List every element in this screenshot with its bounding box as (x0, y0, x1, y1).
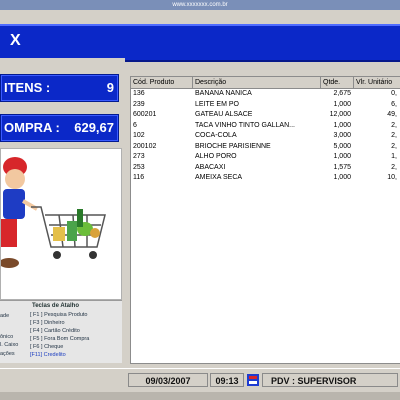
bottom-strip (0, 392, 400, 400)
cell-quantity: 12,000 (329, 111, 351, 118)
items-value: 9 (106, 80, 114, 95)
table-row[interactable]: 6 TACA VINHO TINTO GALLAN... 1,000 2, (131, 121, 400, 132)
cell-unit-price: 2, (391, 121, 397, 129)
table-row[interactable]: 239 LEITE EM PO 1,000 6, (131, 100, 400, 111)
cell-description: BANANA NANICA (195, 90, 252, 97)
shortcut-item[interactable]: [ F3 ] Dinheiro (30, 320, 65, 326)
cell-code: 116 (133, 174, 145, 181)
table-header: Cód. Produto Descrição Qtde. Vlr. Unitár… (131, 77, 400, 89)
cell-quantity: 3,000 (333, 132, 351, 139)
cell-code: 6 (133, 121, 137, 129)
cell-unit-price: 1, (391, 153, 397, 160)
cell-code: 600201 (133, 111, 157, 118)
cell-description: COCA-COLA (195, 132, 237, 139)
shortcut-item[interactable]: [ F5 ] Fora Bom Compra (30, 336, 89, 342)
cell-description: AMEIXA SECA (195, 174, 243, 181)
cell-quantity: 1,000 (333, 174, 351, 181)
shortcut-label: Pesquisa Produto (44, 312, 88, 318)
purchase-total-box: OMPRA : 629,67 (0, 114, 119, 142)
cell-description: BRIOCHE PARISIENNE (195, 142, 271, 150)
column-header-unit-price[interactable]: Vlr. Unitário (354, 77, 400, 88)
cell-quantity: 2,675 (333, 90, 351, 97)
cell-code: 102 (133, 132, 145, 139)
shortcut-fragment: ade (0, 313, 10, 319)
table-row[interactable]: 116 AMEIXA SECA 1,000 10, (131, 173, 400, 184)
column-header-quantity[interactable]: Qtde. (321, 77, 354, 88)
product-table: Cód. Produto Descrição Qtde. Vlr. Unitár… (130, 76, 400, 364)
shortcut-item[interactable]: [ F1 ] Pesquisa Produto (30, 312, 87, 318)
pdv-logo-icon (246, 373, 260, 387)
table-row[interactable]: 600201 GATEAU ALSACE 12,000 49, (131, 110, 400, 121)
column-header-description[interactable]: Descrição (193, 77, 321, 88)
shortcut-key: [ F5 ] (30, 336, 43, 342)
cell-description: ABACAXI (195, 163, 226, 171)
shortcut-key: [ F6 ] (30, 344, 43, 350)
status-bar: 09/03/2007 09:13 PDV : SUPERVISOR (0, 368, 400, 393)
shortcut-key: [F11] (30, 352, 43, 358)
cell-code: 273 (133, 153, 145, 160)
table-row[interactable]: 102 COCA-COLA 3,000 2, (131, 131, 400, 142)
shortcut-label: Cartão Crédito (44, 328, 80, 334)
cell-quantity: 5,000 (333, 142, 351, 150)
items-count-box: ITENS : 9 (0, 74, 119, 102)
cell-quantity: 1,000 (333, 100, 351, 108)
cell-description: TACA VINHO TINTO GALLAN... (195, 121, 295, 129)
table-row[interactable]: 253 ABACAXI 1,575 2, (131, 163, 400, 174)
shortcut-key: [ F4 ] (30, 328, 43, 334)
status-date: 09/03/2007 (128, 373, 208, 387)
cell-quantity: 1,575 (333, 163, 351, 171)
purchase-total-label: OMPRA : (4, 120, 60, 135)
purchase-total-value: 629,67 (74, 120, 114, 135)
cell-unit-price: 6, (391, 100, 397, 108)
cell-quantity: 1,000 (333, 153, 351, 160)
table-row[interactable]: 136 BANANA NANICA 2,675 0, (131, 89, 400, 100)
shortcut-fragment: ações (0, 351, 15, 357)
cell-code: 200102 (133, 142, 157, 150)
shortcut-item[interactable]: [F11] Credelito (30, 352, 66, 358)
cell-description: GATEAU ALSACE (195, 111, 253, 118)
shortcut-key: [ F1 ] (30, 312, 43, 318)
shortcut-fragment: l. Caixo (0, 342, 19, 348)
cell-unit-price: 2, (391, 163, 397, 171)
cell-quantity: 1,000 (333, 121, 351, 129)
shortcut-label: Dinheiro (44, 320, 65, 326)
shortcut-label: Credelito (43, 352, 66, 358)
shortcut-keys-panel: Teclas de Atalho ade ônico l. Caixo açõe… (0, 300, 122, 363)
cell-code: 136 (133, 90, 145, 97)
browser-url-bar: www.xxxxxxx.com.br (0, 0, 400, 10)
cell-description: LEITE EM PO (195, 100, 239, 108)
url-text: www.xxxxxxx.com.br (172, 2, 228, 8)
cell-code: 239 (133, 100, 145, 108)
cart-mascot-illustration (0, 148, 122, 300)
cell-unit-price: 49, (387, 111, 397, 118)
shortcut-item[interactable]: [ F6 ] Cheque (30, 344, 63, 350)
shortcut-fragment: ônico (0, 334, 14, 340)
status-pdv: PDV : SUPERVISOR (262, 373, 398, 387)
cell-unit-price: 10, (387, 174, 397, 181)
shortcut-key: [ F3 ] (30, 320, 43, 326)
shortcut-label: Cheque (44, 344, 64, 350)
items-label: ITENS : (4, 80, 51, 95)
shopping-cart-mascot-icon (0, 157, 106, 268)
table-row[interactable]: 273 ALHO PORO 1,000 1, (131, 152, 400, 163)
cell-code: 253 (133, 163, 145, 171)
table-row[interactable]: 200102 BRIOCHE PARISIENNE 5,000 2, (131, 142, 400, 153)
status-time: 09:13 (210, 373, 244, 387)
cell-unit-price: 2, (391, 142, 397, 150)
shortcut-item[interactable]: [ F4 ] Cartão Crédito (30, 328, 80, 334)
shortcut-label: Fora Bom Compra (44, 336, 90, 342)
close-button[interactable]: X (10, 32, 21, 50)
cell-unit-price: 2, (391, 132, 397, 139)
window-title-bar: X (0, 24, 400, 62)
cell-description: ALHO PORO (195, 153, 237, 160)
cell-unit-price: 0, (391, 90, 397, 97)
shortcut-header: Teclas de Atalho (32, 303, 80, 309)
column-header-code[interactable]: Cód. Produto (131, 77, 193, 88)
